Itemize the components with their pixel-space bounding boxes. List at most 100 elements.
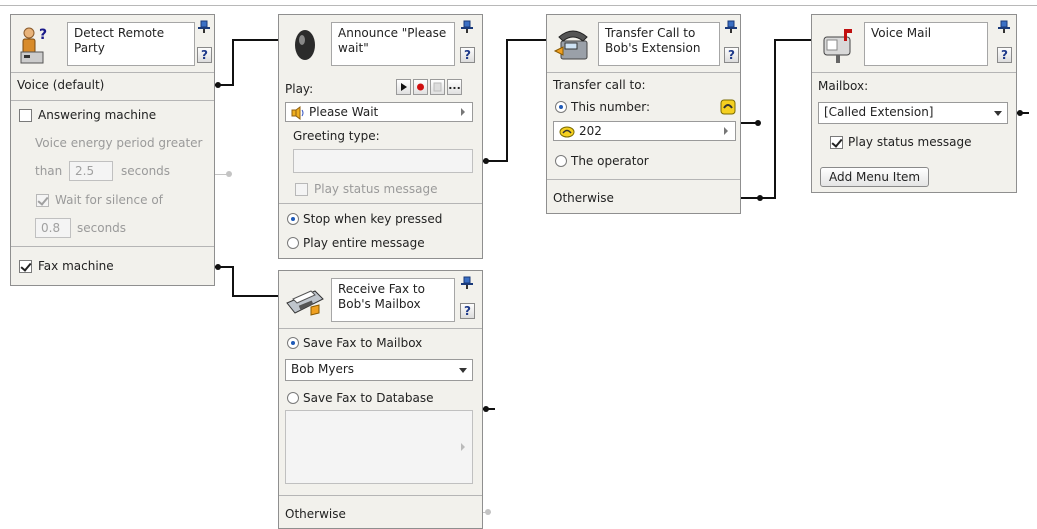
help-button[interactable]: ? [724, 47, 739, 63]
save-mailbox-radio[interactable] [287, 337, 299, 349]
mailbox-label: Mailbox: [818, 79, 869, 93]
pin-icon[interactable] [724, 20, 738, 34]
voice-mail-node[interactable]: Voice Mail ? Mailbox: [Called Extension]… [811, 14, 1017, 193]
divider [11, 72, 214, 73]
more-button[interactable]: ... [447, 79, 462, 95]
node-title[interactable]: Announce "Please wait" [331, 22, 455, 66]
save-mailbox-label: Save Fax to Mailbox [303, 336, 423, 350]
greeting-type-dropdown[interactable] [293, 149, 473, 173]
play-status-label: Play status message [314, 182, 438, 196]
seconds-label: seconds [121, 164, 171, 178]
detect-remote-party-node[interactable]: ? Detect Remote Party ? Voice (default) … [10, 14, 215, 286]
help-button[interactable]: ? [197, 47, 212, 63]
divider [547, 179, 740, 180]
record-button[interactable] [413, 79, 428, 95]
mailbox-dropdown[interactable]: [Called Extension] [818, 102, 1008, 124]
stop-key-label: Stop when key pressed [303, 212, 443, 226]
voice-default-label: Voice (default) [17, 78, 105, 92]
node-title[interactable]: Voice Mail [864, 22, 988, 66]
transfer-to-label: Transfer call to: [553, 78, 646, 92]
divider [11, 246, 214, 247]
answering-machine-label: Answering machine [38, 108, 157, 122]
play-status-label: Play status message [848, 135, 972, 149]
stop-button[interactable] [430, 79, 445, 95]
play-status-checkbox[interactable] [295, 183, 308, 196]
node-header: Transfer Call to Bob's Extension ? [547, 15, 740, 72]
connector-dot-disabled[interactable] [485, 509, 491, 515]
pin-icon[interactable] [460, 276, 474, 290]
node-header: Receive Fax to Bob's Mailbox ? [279, 271, 482, 328]
connector-dot[interactable] [1017, 110, 1023, 116]
expand-arrow-icon[interactable] [461, 108, 465, 116]
divider [279, 328, 482, 329]
expand-arrow-icon[interactable] [724, 127, 728, 135]
fax-machine-label: Fax machine [38, 259, 114, 273]
otherwise-label: Otherwise [553, 191, 614, 205]
play-button[interactable] [396, 79, 411, 95]
node-title[interactable]: Receive Fax to Bob's Mailbox [331, 278, 455, 322]
stop-key-radio[interactable] [287, 213, 299, 225]
connector-dot[interactable] [755, 120, 761, 126]
person-detect-icon: ? [20, 27, 47, 64]
play-label: Play: [285, 82, 314, 96]
transfer-phone-icon [553, 30, 588, 60]
node-title[interactable]: Transfer Call to Bob's Extension [598, 22, 720, 66]
connector-dot[interactable] [215, 82, 221, 88]
divider [279, 495, 482, 496]
answering-machine-checkbox[interactable] [19, 109, 32, 122]
energy-period-field[interactable]: 2.5 [69, 161, 113, 181]
operator-radio[interactable] [555, 155, 567, 167]
otherwise-label: Otherwise [285, 507, 346, 521]
save-database-label: Save Fax to Database [303, 391, 434, 405]
expand-arrow-icon[interactable] [461, 443, 465, 451]
connector-dot[interactable] [483, 406, 489, 412]
this-number-label: This number: [571, 100, 651, 114]
speaker-icon [295, 30, 315, 60]
node-title[interactable]: Detect Remote Party [67, 22, 195, 66]
node-header: Announce "Please wait" ? [279, 15, 482, 72]
audio-icon [291, 105, 304, 120]
fax-machine-icon [286, 290, 324, 316]
help-button[interactable]: ? [997, 47, 1012, 63]
transfer-call-node[interactable]: Transfer Call to Bob's Extension ? Trans… [546, 14, 741, 214]
fax-mailbox-dropdown[interactable]: Bob Myers [285, 359, 473, 381]
node-header: ? Detect Remote Party ? [11, 15, 214, 72]
receive-fax-node[interactable]: Receive Fax to Bob's Mailbox ? Save Fax … [278, 270, 483, 529]
pin-icon[interactable] [997, 20, 1011, 34]
save-database-radio[interactable] [287, 392, 299, 404]
connector-dot-disabled[interactable] [226, 171, 232, 177]
connector-dot[interactable] [757, 195, 763, 201]
silence-field[interactable]: 0.8 [35, 218, 71, 238]
phone-number-icon[interactable] [719, 98, 737, 116]
wait-silence-checkbox[interactable] [36, 194, 49, 207]
divider [279, 203, 482, 204]
top-divider [0, 5, 1037, 6]
greeting-type-label: Greeting type: [293, 129, 380, 143]
chevron-down-icon [459, 368, 467, 373]
play-entire-radio[interactable] [287, 237, 299, 249]
pin-icon[interactable] [460, 20, 474, 34]
this-number-radio[interactable] [555, 101, 567, 113]
playback-controls: ... [396, 79, 476, 96]
than-label: than [35, 164, 63, 178]
node-header: Voice Mail ? [812, 15, 1016, 72]
add-menu-item-button[interactable]: Add Menu Item [820, 167, 930, 187]
divider [812, 72, 1016, 73]
help-button[interactable]: ? [460, 303, 475, 319]
help-button[interactable]: ? [460, 47, 475, 63]
divider [11, 100, 214, 101]
pin-icon[interactable] [197, 20, 211, 34]
svg-text:?: ? [39, 27, 47, 43]
connector-dot[interactable] [483, 158, 489, 164]
phone-number-field[interactable]: 202 [553, 121, 736, 141]
operator-label: The operator [571, 154, 649, 168]
database-field[interactable] [285, 410, 473, 484]
announce-node[interactable]: Announce "Please wait" ? Play: ... Pleas… [278, 14, 483, 259]
play-prompt-field[interactable]: Please Wait [285, 102, 473, 122]
play-status-checkbox[interactable] [830, 136, 843, 149]
phone-icon [559, 126, 575, 137]
connector-dot[interactable] [215, 264, 221, 270]
mailbox-value: [Called Extension] [824, 105, 934, 119]
play-entire-label: Play entire message [303, 236, 425, 250]
fax-machine-checkbox[interactable] [19, 260, 32, 273]
